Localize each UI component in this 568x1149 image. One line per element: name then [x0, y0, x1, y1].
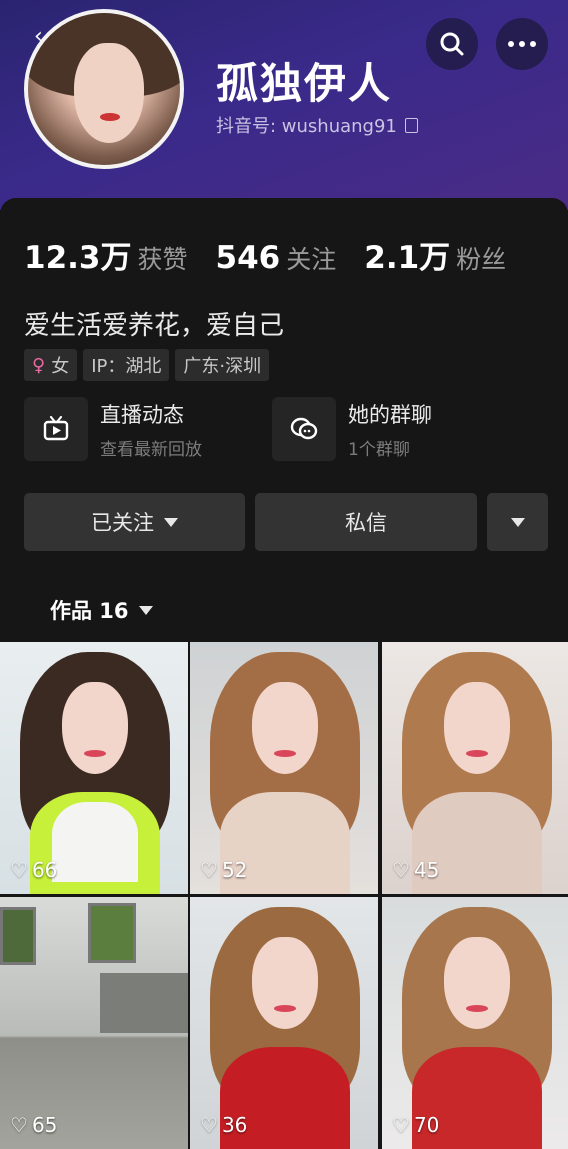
location-tag: 广东·深圳: [175, 349, 270, 381]
profile-header: ‹ 孤独伊人 抖音号: wushuang91: [0, 0, 568, 210]
search-icon: [440, 32, 464, 56]
account-id-text: 抖音号: wushuang91: [216, 116, 397, 137]
copy-icon[interactable]: [404, 117, 418, 133]
followers-label[interactable]: 粉丝: [456, 240, 506, 276]
heart-icon: ♡: [392, 1113, 410, 1137]
like-count: ♡ 66: [10, 858, 58, 882]
following-label[interactable]: 关注: [286, 240, 336, 276]
tv-icon: [24, 397, 88, 461]
video-thumbnail[interactable]: ♡ 70: [382, 897, 568, 1149]
heart-icon: ♡: [392, 858, 410, 882]
likes-label[interactable]: 获赞: [138, 240, 188, 276]
followers-count[interactable]: 2.1万: [364, 232, 450, 277]
caret-down-icon: [164, 517, 178, 527]
video-thumbnail[interactable]: ♡ 52: [190, 642, 378, 894]
works-tab-label: 作品 16: [50, 599, 129, 623]
more-button[interactable]: [496, 18, 548, 70]
stats-bar: 12.3万 获赞 546 关注 2.1万 粉丝: [24, 232, 534, 277]
followed-label: 已关注: [91, 511, 154, 535]
female-icon: ♀: [32, 354, 46, 376]
video-thumbnail[interactable]: ♡ 66: [0, 642, 188, 894]
following-count[interactable]: 546: [216, 240, 281, 276]
gender-tag: ♀ 女: [24, 349, 78, 381]
likes-count[interactable]: 12.3万: [24, 232, 132, 277]
video-thumbnail[interactable]: ♡ 36: [190, 897, 378, 1149]
like-count: ♡ 45: [392, 858, 440, 882]
account-id[interactable]: 抖音号: wushuang91: [216, 112, 418, 138]
heart-icon: ♡: [10, 1113, 28, 1137]
video-thumbnail[interactable]: ♡ 65: [0, 897, 188, 1149]
tag-row: ♀ 女 IP：湖北 广东·深圳: [24, 349, 270, 381]
more-actions-button[interactable]: [487, 493, 548, 551]
heart-icon: ♡: [200, 858, 218, 882]
chat-bubbles-icon: [272, 397, 336, 461]
heart-icon: ♡: [200, 1113, 218, 1137]
ip-tag: IP：湖北: [83, 349, 170, 381]
like-count: ♡ 70: [392, 1113, 440, 1137]
bio: 爱生活爱养花，爱自己: [24, 311, 285, 341]
more-icon: [508, 41, 536, 47]
like-count: ♡ 65: [10, 1113, 58, 1137]
live-title: 直播动态: [100, 402, 184, 427]
works-tab[interactable]: 作品 16: [50, 595, 153, 625]
back-arrow-icon[interactable]: ‹: [34, 26, 52, 48]
group-subtitle: 1个群聊: [348, 439, 410, 460]
like-count: ♡ 36: [200, 1113, 248, 1137]
message-button[interactable]: 私信: [255, 493, 477, 551]
heart-icon: ♡: [10, 858, 28, 882]
like-count: ♡ 52: [200, 858, 248, 882]
caret-down-icon: [510, 517, 525, 527]
live-subtitle: 查看最新回放: [100, 439, 202, 460]
live-feature[interactable]: 直播动态 查看最新回放: [24, 397, 269, 461]
video-grid: ♡ 66 ♡ 52 ♡ 45 ♡ 65 ♡ 36 ♡ 70: [0, 642, 568, 1149]
group-title: 她的群聊: [348, 402, 432, 427]
search-button[interactable]: [426, 18, 478, 70]
group-chat-feature[interactable]: 她的群聊 1个群聊: [272, 397, 517, 461]
username: 孤独伊人: [216, 59, 393, 108]
gender-label: 女: [51, 356, 70, 377]
caret-down-icon: [138, 605, 153, 615]
followed-button[interactable]: 已关注: [24, 493, 245, 551]
message-label: 私信: [345, 511, 387, 535]
video-thumbnail[interactable]: ♡ 45: [382, 642, 568, 894]
